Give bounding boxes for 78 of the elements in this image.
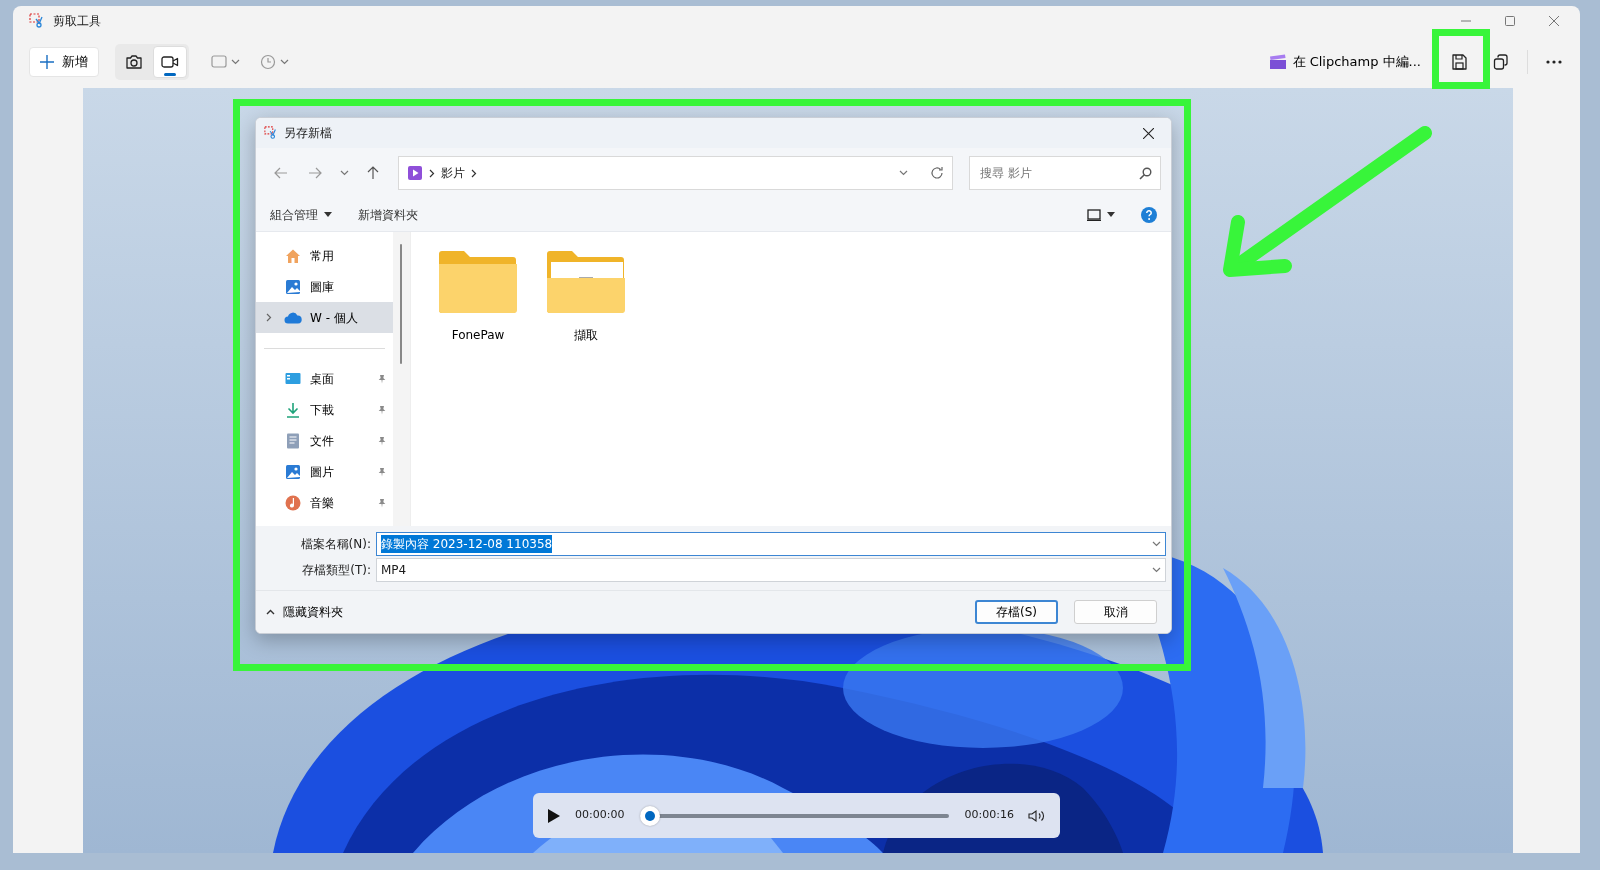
- plus-icon: [40, 55, 54, 69]
- search-icon: [1139, 166, 1152, 180]
- search-input[interactable]: 搜尋 影片: [978, 163, 1139, 183]
- field-label: 存檔類型(T):: [301, 562, 372, 579]
- chevron-down-icon: [231, 59, 240, 65]
- arrow-right-icon: [308, 167, 322, 179]
- nav-item[interactable]: W - 個人: [256, 302, 393, 333]
- nav-item[interactable]: 下載: [256, 394, 393, 425]
- download-icon: [286, 401, 300, 418]
- chevron-down-icon: [899, 170, 908, 176]
- clapperboard-icon: [1268, 54, 1287, 70]
- new-folder-button[interactable]: 新增資料夾: [354, 203, 422, 226]
- folder-item[interactable]: FonePaw: [435, 248, 521, 344]
- image-icon: [285, 463, 301, 480]
- arrow-up-icon: [367, 166, 379, 180]
- nav-item[interactable]: 音樂: [256, 487, 393, 518]
- cloud-icon: [284, 311, 302, 324]
- new-button[interactable]: 新增: [29, 47, 99, 77]
- camera-icon: [125, 54, 143, 70]
- play-icon: [547, 807, 561, 824]
- arrow-left-icon: [274, 167, 288, 179]
- chevron-down-icon: [339, 170, 349, 176]
- refresh-icon: [930, 166, 944, 180]
- save-file-button[interactable]: 存檔(S): [975, 600, 1058, 624]
- search-field[interactable]: 搜尋 影片: [969, 156, 1161, 190]
- clock-icon: [260, 54, 276, 70]
- chevron-down-icon: [1152, 567, 1161, 573]
- caret-down-icon: [1107, 212, 1115, 217]
- folder-icon: [437, 248, 519, 314]
- chevron-right-icon: [471, 168, 477, 178]
- chevron-down-icon: [1152, 541, 1161, 547]
- chevron-right-icon: [429, 168, 435, 178]
- file-type-dropdown[interactable]: MP4: [376, 558, 1166, 582]
- rectangle-icon: [211, 55, 227, 69]
- play-button[interactable]: [547, 807, 561, 824]
- folder-icon: [545, 248, 627, 314]
- video-folder-icon: [407, 165, 423, 181]
- scissors-icon: [264, 126, 278, 140]
- window-title: 剪取工具: [53, 13, 101, 30]
- cancel-button[interactable]: 取消: [1074, 600, 1157, 624]
- house-icon: [285, 247, 301, 264]
- hide-folders-button[interactable]: 隱藏資料夾: [266, 603, 343, 621]
- view-icon: [1087, 208, 1101, 221]
- scrollbar[interactable]: [393, 232, 410, 526]
- speaker-icon: [1028, 808, 1046, 823]
- close-icon: [1142, 127, 1154, 139]
- image-icon: [285, 278, 301, 295]
- chevron-right-icon: [266, 313, 272, 322]
- maximize-icon: [1505, 16, 1515, 26]
- file-name-field[interactable]: 錄製內容 2023-12-08 110358: [376, 532, 1166, 556]
- close-icon: [1549, 16, 1559, 26]
- clipchamp-button[interactable]: 在 Clipchamp 中編...: [1260, 48, 1429, 76]
- dialog-title: 另存新檔: [284, 125, 332, 142]
- total-time: 00:00:16: [964, 807, 1014, 824]
- copy-icon: [1493, 54, 1509, 70]
- field-label: 檔案名稱(N):: [299, 536, 372, 553]
- mode-tab[interactable]: [153, 46, 187, 78]
- more-icon: [1546, 60, 1562, 64]
- music-note-icon: [285, 494, 301, 511]
- nav-item[interactable]: 桌面: [256, 363, 393, 394]
- caret-down-icon: [324, 212, 332, 217]
- help-icon: [1141, 206, 1157, 223]
- chevron-up-icon: [266, 609, 275, 615]
- nav-item[interactable]: 常用: [256, 240, 393, 271]
- scissors-icon: [29, 13, 45, 29]
- document-icon: [286, 432, 300, 449]
- video-camera-icon: [161, 55, 179, 69]
- nav-item[interactable]: 文件: [256, 425, 393, 456]
- organize-menu[interactable]: 組合管理: [266, 203, 336, 226]
- monitor-icon: [285, 371, 301, 386]
- nav-item[interactable]: 圖庫: [256, 271, 393, 302]
- breadcrumb-item[interactable]: 影片: [441, 164, 465, 182]
- nav-item[interactable]: 圖片: [256, 456, 393, 487]
- folder-item[interactable]: 擷取: [543, 248, 629, 344]
- chevron-down-icon: [280, 59, 289, 65]
- volume-button[interactable]: [1028, 808, 1046, 823]
- current-time: 00:00:00: [575, 807, 625, 824]
- address-bar[interactable]: 影片: [398, 156, 953, 190]
